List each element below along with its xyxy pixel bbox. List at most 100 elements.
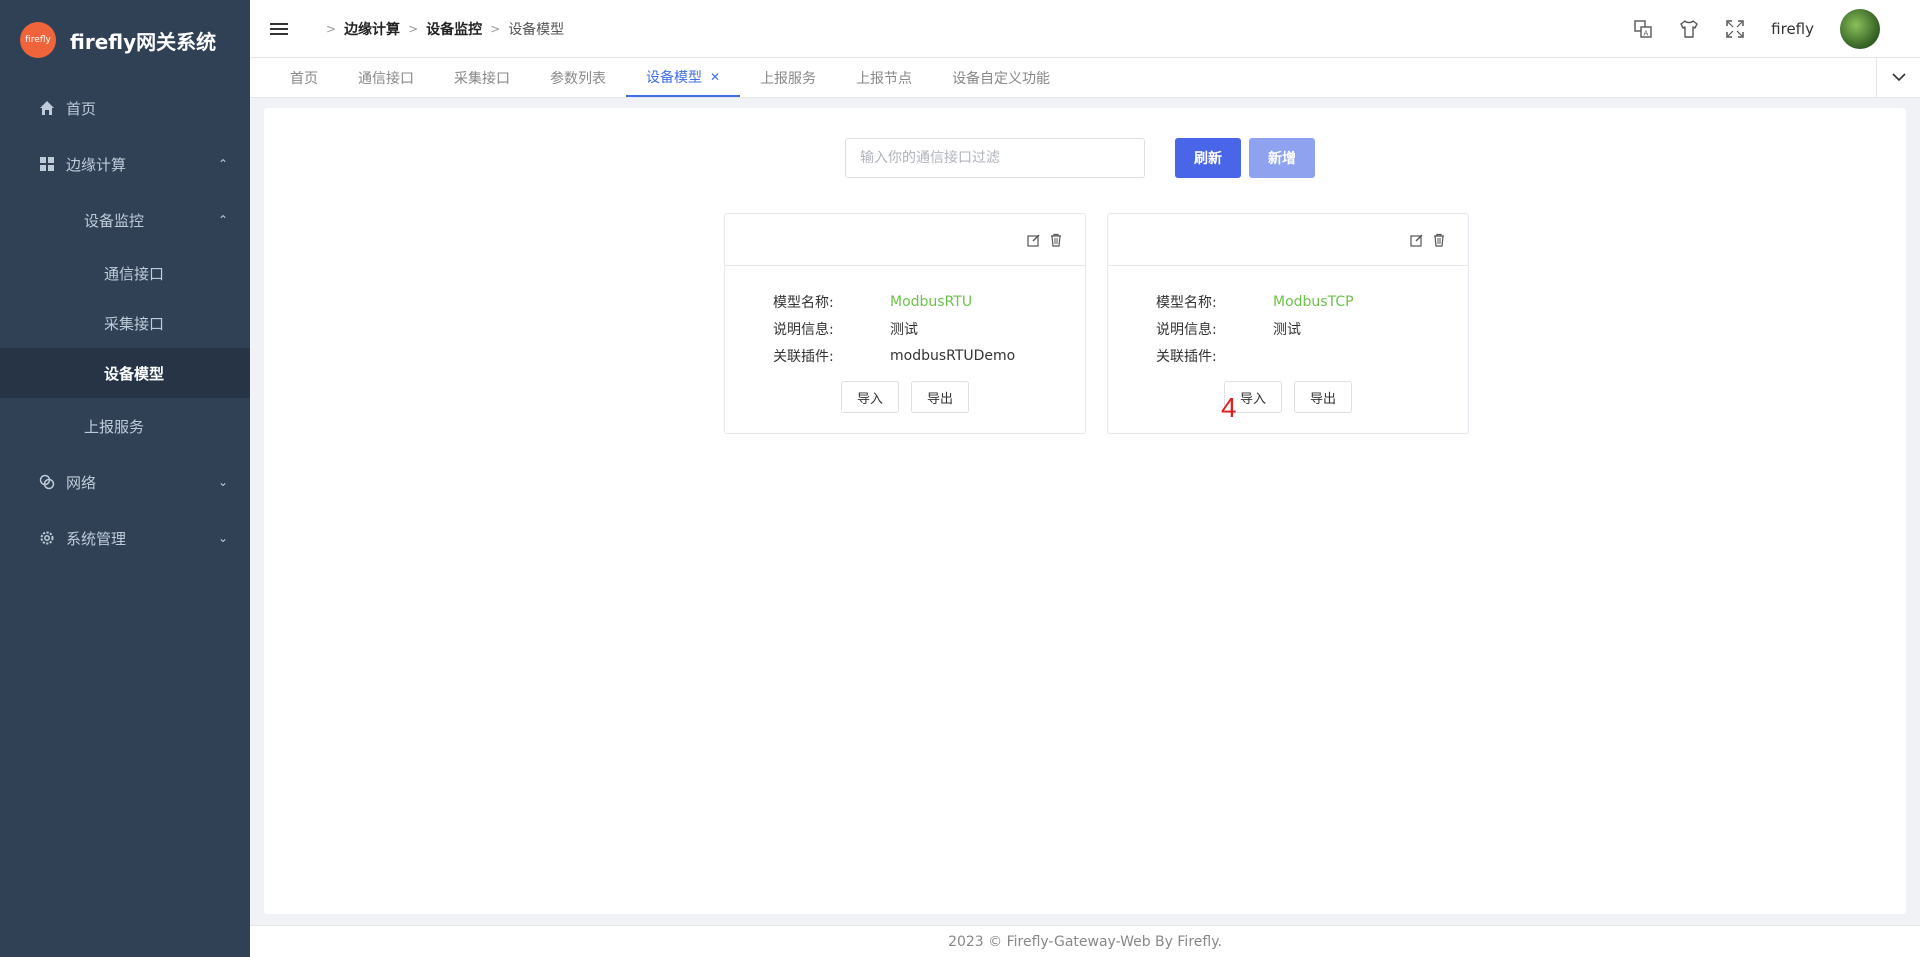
plugin-label: 关联插件: bbox=[773, 348, 834, 365]
card-body: 模型名称: ModbusTCP 说明信息: 测试 关联插件: bbox=[1108, 266, 1468, 369]
card-actions: 导入 导出 bbox=[1108, 381, 1468, 413]
model-name-row: 模型名称: ModbusRTU bbox=[773, 288, 1085, 315]
card-actions: 导入 导出 bbox=[725, 381, 1085, 413]
tab-device-model[interactable]: 设备模型 ✕ bbox=[626, 58, 741, 97]
tab-param-list[interactable]: 参数列表 bbox=[530, 58, 626, 97]
breadcrumb-item[interactable]: 边缘计算 bbox=[344, 19, 400, 39]
sidebar-item-label: 上报服务 bbox=[84, 417, 145, 436]
chevron-down-icon: ⌄ bbox=[217, 475, 228, 489]
plugin-row: 关联插件: bbox=[1156, 342, 1468, 369]
edit-icon[interactable] bbox=[1027, 233, 1041, 247]
sidebar-item-home[interactable]: 首页 bbox=[0, 80, 250, 136]
theme-shirt-icon[interactable] bbox=[1679, 19, 1699, 39]
card-header bbox=[725, 214, 1085, 266]
footer-text: 2023 © Firefly-Gateway-Web By Firefly. bbox=[948, 933, 1222, 950]
hamburger-menu-icon[interactable] bbox=[270, 22, 288, 35]
tab-collect-interface[interactable]: 采集接口 bbox=[434, 58, 530, 97]
model-name-value: ModbusRTU bbox=[890, 293, 973, 310]
sidebar-item-collect-interface[interactable]: 采集接口 bbox=[0, 298, 250, 348]
home-icon bbox=[38, 99, 56, 117]
fullscreen-icon[interactable] bbox=[1725, 19, 1745, 39]
sidebar-item-device-monitor[interactable]: 设备监控 ⌃ bbox=[0, 192, 250, 248]
export-button[interactable]: 导出 bbox=[911, 381, 970, 413]
tab-device-custom-function[interactable]: 设备自定义功能 bbox=[932, 58, 1070, 97]
model-card: 模型名称: ModbusRTU 说明信息: 测试 关联插件: modbusRTU… bbox=[724, 213, 1086, 434]
breadcrumb-item[interactable]: 设备监控 bbox=[426, 19, 482, 39]
search-input[interactable] bbox=[845, 138, 1145, 178]
tab-report-service[interactable]: 上报服务 bbox=[740, 58, 836, 97]
footer: 2023 © Firefly-Gateway-Web By Firefly. bbox=[250, 925, 1920, 957]
breadcrumb-separator-icon: > bbox=[490, 21, 501, 36]
model-name-row: 模型名称: ModbusTCP bbox=[1156, 288, 1468, 315]
sidebar-item-label: 采集接口 bbox=[104, 314, 165, 333]
description-label: 说明信息: bbox=[773, 321, 834, 338]
description-value: 测试 bbox=[890, 321, 918, 338]
header-actions: A firefly bbox=[1633, 0, 1880, 58]
grid-icon bbox=[38, 155, 56, 173]
chevron-up-icon: ⌃ bbox=[217, 157, 228, 171]
tab-report-node[interactable]: 上报节点 bbox=[836, 58, 932, 97]
app-title: firefly网关系统 bbox=[70, 29, 217, 54]
sidebar-item-comm-interface[interactable]: 通信接口 bbox=[0, 248, 250, 298]
network-icon bbox=[38, 473, 56, 491]
sidebar-item-label: 首页 bbox=[66, 99, 97, 118]
firefly-logo-icon: firefly bbox=[20, 22, 56, 58]
chevron-up-icon: ⌃ bbox=[217, 213, 228, 227]
edit-icon[interactable] bbox=[1410, 233, 1424, 247]
tab-comm-interface[interactable]: 通信接口 bbox=[338, 58, 434, 97]
model-name-label: 模型名称: bbox=[773, 294, 834, 311]
close-icon[interactable]: ✕ bbox=[710, 70, 720, 84]
tabs-more-dropdown[interactable] bbox=[1876, 58, 1920, 98]
sidebar: firefly firefly网关系统 首页 边缘计算 ⌃ 设备监控 ⌃ 通信接… bbox=[0, 0, 250, 957]
tab-label: 采集接口 bbox=[454, 70, 510, 87]
description-label: 说明信息: bbox=[1156, 321, 1217, 338]
model-name-label: 模型名称: bbox=[1156, 294, 1217, 311]
sidebar-item-label: 通信接口 bbox=[104, 264, 165, 283]
avatar[interactable] bbox=[1840, 9, 1880, 49]
gear-icon bbox=[38, 529, 56, 547]
annotation-marker: 4 bbox=[1221, 392, 1237, 423]
model-card-list: 模型名称: ModbusRTU 说明信息: 测试 关联插件: modbusRTU… bbox=[724, 213, 1469, 434]
model-card: 模型名称: ModbusTCP 说明信息: 测试 关联插件: 导入 导出 4 bbox=[1107, 213, 1469, 434]
sidebar-item-label: 设备监控 bbox=[84, 211, 145, 230]
tab-label: 首页 bbox=[290, 70, 318, 87]
tab-label: 上报节点 bbox=[856, 70, 913, 87]
username[interactable]: firefly bbox=[1771, 20, 1814, 38]
sidebar-item-device-model[interactable]: 设备模型 bbox=[0, 348, 250, 398]
main-content: 刷新 新增 模型名称: ModbusRTU 说明信息: 测试 bbox=[264, 108, 1906, 914]
sidebar-item-system-management[interactable]: 系统管理 ⌄ bbox=[0, 510, 250, 566]
tab-label: 设备模型 bbox=[646, 69, 702, 86]
tab-home[interactable]: 首页 bbox=[270, 58, 338, 97]
add-button[interactable]: 新增 bbox=[1249, 138, 1315, 178]
tab-label: 通信接口 bbox=[358, 70, 414, 87]
sidebar-item-label: 网络 bbox=[66, 473, 97, 492]
sidebar-item-report-service[interactable]: 上报服务 bbox=[0, 398, 250, 454]
description-row: 说明信息: 测试 bbox=[1156, 315, 1468, 342]
delete-icon[interactable] bbox=[1432, 233, 1446, 247]
sidebar-item-label: 设备模型 bbox=[104, 364, 165, 383]
plugin-label: 关联插件: bbox=[1156, 348, 1217, 365]
description-row: 说明信息: 测试 bbox=[773, 315, 1085, 342]
translate-icon[interactable]: A bbox=[1633, 19, 1653, 39]
breadcrumb-separator-icon: > bbox=[326, 21, 337, 36]
import-button[interactable]: 导入 bbox=[840, 381, 899, 413]
tab-bar: 首页 通信接口 采集接口 参数列表 设备模型 ✕ 上报服务 上报节点 设备自定义… bbox=[250, 58, 1920, 98]
card-body: 模型名称: ModbusRTU 说明信息: 测试 关联插件: modbusRTU… bbox=[725, 266, 1085, 369]
export-button[interactable]: 导出 bbox=[1294, 381, 1353, 413]
sidebar-item-label: 系统管理 bbox=[66, 529, 127, 548]
refresh-button[interactable]: 刷新 bbox=[1175, 138, 1241, 178]
delete-icon[interactable] bbox=[1049, 233, 1063, 247]
model-name-value: ModbusTCP bbox=[1273, 293, 1354, 310]
chevron-down-icon bbox=[1891, 70, 1906, 86]
tab-label: 参数列表 bbox=[550, 70, 606, 87]
sidebar-item-label: 边缘计算 bbox=[66, 155, 127, 174]
breadcrumb: > 边缘计算 > 设备监控 > 设备模型 bbox=[318, 19, 564, 39]
breadcrumb-item-current: 设备模型 bbox=[508, 21, 565, 38]
sidebar-item-edge-computing[interactable]: 边缘计算 ⌃ bbox=[0, 136, 250, 192]
breadcrumb-separator-icon: > bbox=[408, 21, 419, 36]
plugin-value: modbusRTUDemo bbox=[890, 347, 1016, 364]
tab-label: 设备自定义功能 bbox=[952, 70, 1051, 87]
svg-text:A: A bbox=[1644, 30, 1649, 38]
logo[interactable]: firefly firefly网关系统 bbox=[0, 0, 250, 80]
sidebar-item-network[interactable]: 网络 ⌄ bbox=[0, 454, 250, 510]
